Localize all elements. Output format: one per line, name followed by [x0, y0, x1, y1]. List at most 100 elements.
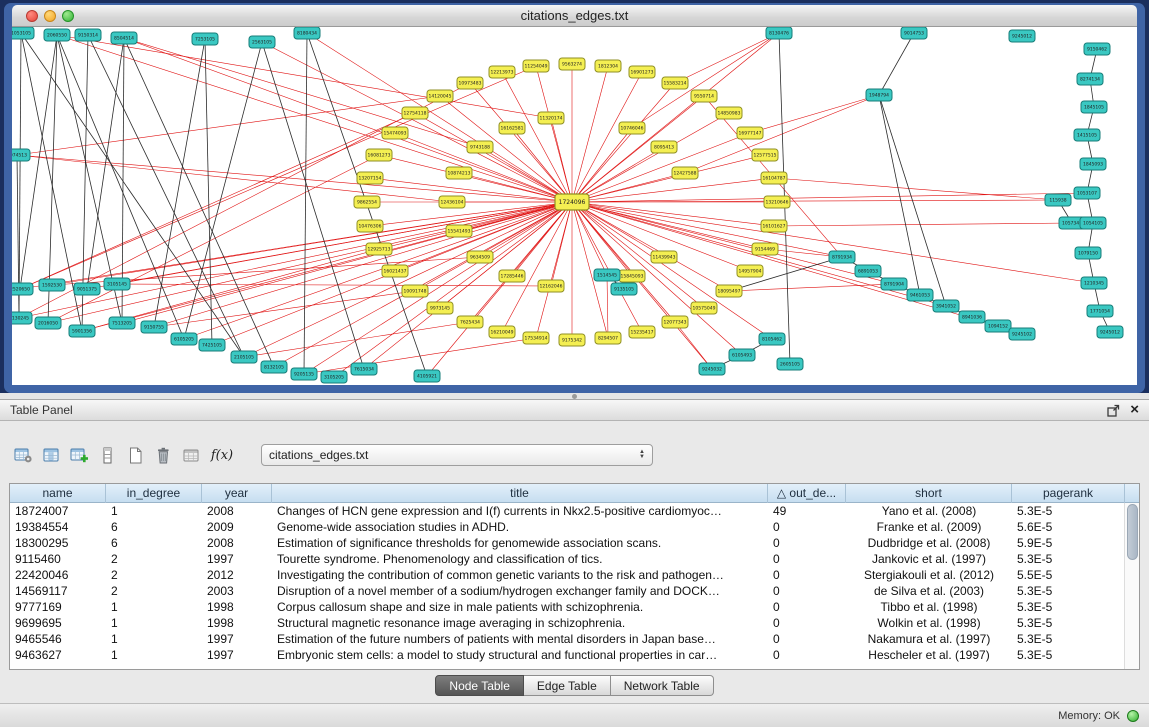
network-node[interactable]: 1079150 — [1075, 247, 1101, 259]
network-node[interactable]: 9014753 — [901, 27, 927, 39]
network-node[interactable]: 1053105 — [12, 27, 34, 39]
network-node[interactable]: 8504514 — [111, 32, 137, 44]
network-node[interactable]: 9563274 — [559, 58, 585, 70]
network-node[interactable]: 6105493 — [729, 349, 755, 361]
network-node[interactable]: 9175342 — [559, 334, 585, 346]
network-node[interactable]: 16104787 — [761, 172, 787, 184]
column-header-title[interactable]: title — [272, 484, 768, 503]
network-node[interactable]: 7625434 — [457, 316, 483, 328]
network-node[interactable]: 9051375 — [74, 283, 100, 295]
network-node[interactable]: 9205135 — [291, 368, 317, 380]
network-node[interactable]: 8791934 — [829, 251, 855, 263]
network-node[interactable]: 7615034 — [351, 363, 377, 375]
network-node[interactable]: 2520650 — [12, 283, 33, 295]
network-node[interactable]: 9245032 — [699, 363, 725, 375]
network-node[interactable]: 13207154 — [357, 172, 383, 184]
network-node[interactable]: 16021437 — [382, 265, 408, 277]
table-row[interactable]: 911546021997Tourette syndrome. Phenomeno… — [10, 551, 1139, 567]
minimize-window-button[interactable] — [44, 10, 56, 22]
network-graph[interactable]: 1724096181230495632741125404912213973109… — [12, 27, 1133, 385]
network-node[interactable]: 8294507 — [595, 332, 621, 344]
network-node[interactable]: 18095497 — [716, 285, 742, 297]
tab-node-table[interactable]: Node Table — [435, 675, 524, 696]
network-node[interactable]: 115938 — [1045, 194, 1071, 206]
network-node[interactable]: 9973145 — [427, 302, 453, 314]
network-node[interactable]: 2605105 — [777, 358, 803, 370]
network-node[interactable]: 1054105 — [1080, 217, 1106, 229]
network-node[interactable]: 7253105 — [192, 33, 218, 45]
network-node[interactable]: 16210049 — [489, 326, 515, 338]
network-window-titlebar[interactable]: citations_edges.txt — [12, 5, 1137, 27]
table-row[interactable]: 946554611997Estimation of the future num… — [10, 631, 1139, 647]
network-node[interactable]: 1724096 — [555, 194, 589, 210]
network-node[interactable]: 10746046 — [619, 122, 645, 134]
table-row[interactable]: 969969511998Structural magnetic resonanc… — [10, 615, 1139, 631]
network-node[interactable]: 8132105 — [261, 361, 287, 373]
network-node[interactable]: 6105205 — [171, 333, 197, 345]
table-selector-dropdown[interactable]: citations_edges.txt ▲▼ — [261, 444, 653, 466]
network-node[interactable]: 10476306 — [357, 220, 383, 232]
table-row[interactable]: 977716911998Corpus callosum shape and si… — [10, 599, 1139, 615]
network-node[interactable]: 9862554 — [354, 196, 380, 208]
network-node[interactable]: 1514545 — [594, 269, 620, 281]
column-header-in_degree[interactable]: in_degree — [106, 484, 202, 503]
network-node[interactable]: 3105145 — [104, 278, 130, 290]
tab-edge-table[interactable]: Edge Table — [524, 675, 611, 696]
network-node[interactable]: 7513205 — [109, 317, 135, 329]
network-node[interactable]: 10091748 — [402, 285, 428, 297]
column-icon[interactable] — [93, 442, 121, 468]
network-node[interactable]: 15474093 — [382, 127, 408, 139]
network-node[interactable]: 16162581 — [499, 122, 525, 134]
network-node[interactable]: 1592530 — [39, 279, 65, 291]
network-node[interactable]: 9245102 — [1009, 328, 1035, 340]
network-node[interactable]: 8105462 — [759, 333, 785, 345]
network-node[interactable]: 12162046 — [538, 280, 564, 292]
network-node[interactable]: 9245012 — [1097, 326, 1123, 338]
network-node[interactable]: 17534914 — [523, 332, 549, 344]
network-node[interactable]: 8130476 — [766, 27, 792, 39]
network-node[interactable]: 16101627 — [761, 220, 787, 232]
network-node[interactable]: 8095413 — [651, 141, 677, 153]
network-node[interactable]: 5901356 — [69, 325, 95, 337]
tab-network-table[interactable]: Network Table — [611, 675, 714, 696]
network-node[interactable]: 3941052 — [933, 300, 959, 312]
network-node[interactable]: 8180434 — [294, 27, 320, 39]
network-node[interactable]: 3105205 — [321, 371, 347, 383]
network-node[interactable]: 14850983 — [716, 107, 742, 119]
table-columns-icon[interactable] — [37, 442, 65, 468]
network-node[interactable]: 16901273 — [629, 66, 655, 78]
close-panel-icon[interactable]: × — [1130, 404, 1139, 416]
table-row[interactable]: 1830029562008Estimation of significance … — [10, 535, 1139, 551]
network-node[interactable]: 15541493 — [446, 225, 472, 237]
zoom-window-button[interactable] — [62, 10, 74, 22]
network-node[interactable]: 1948794 — [866, 89, 892, 101]
network-node[interactable]: 1053107 — [1074, 187, 1100, 199]
import-table-icon[interactable] — [65, 442, 93, 468]
network-node[interactable]: 15235417 — [629, 326, 655, 338]
column-header-year[interactable]: year — [202, 484, 272, 503]
network-node[interactable]: 1771054 — [1087, 305, 1113, 317]
network-node[interactable]: 10973483 — [457, 77, 483, 89]
network-node[interactable]: 14120045 — [427, 90, 453, 102]
network-node[interactable]: 2563105 — [249, 36, 275, 48]
network-node[interactable]: 8274134 — [1077, 73, 1103, 85]
network-node[interactable]: 11320174 — [538, 112, 564, 124]
network-node[interactable]: 1210345 — [1081, 277, 1107, 289]
network-node[interactable]: 12427588 — [672, 167, 698, 179]
network-node[interactable]: 11439943 — [651, 251, 677, 263]
column-header-short[interactable]: short — [846, 484, 1012, 503]
network-node[interactable]: 7425105 — [199, 339, 225, 351]
network-node[interactable]: 9150462 — [1084, 43, 1110, 55]
network-node[interactable]: 9150755 — [141, 321, 167, 333]
memory-status-indicator[interactable] — [1127, 710, 1139, 722]
network-node[interactable]: 2105105 — [231, 351, 257, 363]
network-node[interactable]: 9550714 — [691, 90, 717, 102]
network-node[interactable]: 15845093 — [619, 270, 645, 282]
network-node[interactable]: 14957904 — [737, 265, 763, 277]
table-row[interactable]: 1456911722003Disruption of a novel membe… — [10, 583, 1139, 599]
network-node[interactable]: 2060550 — [44, 29, 70, 41]
network-node[interactable]: 8941036 — [959, 311, 985, 323]
column-header-name[interactable]: name — [10, 484, 106, 503]
network-node[interactable]: 9245012 — [1009, 30, 1035, 42]
float-panel-icon[interactable] — [1107, 404, 1120, 417]
